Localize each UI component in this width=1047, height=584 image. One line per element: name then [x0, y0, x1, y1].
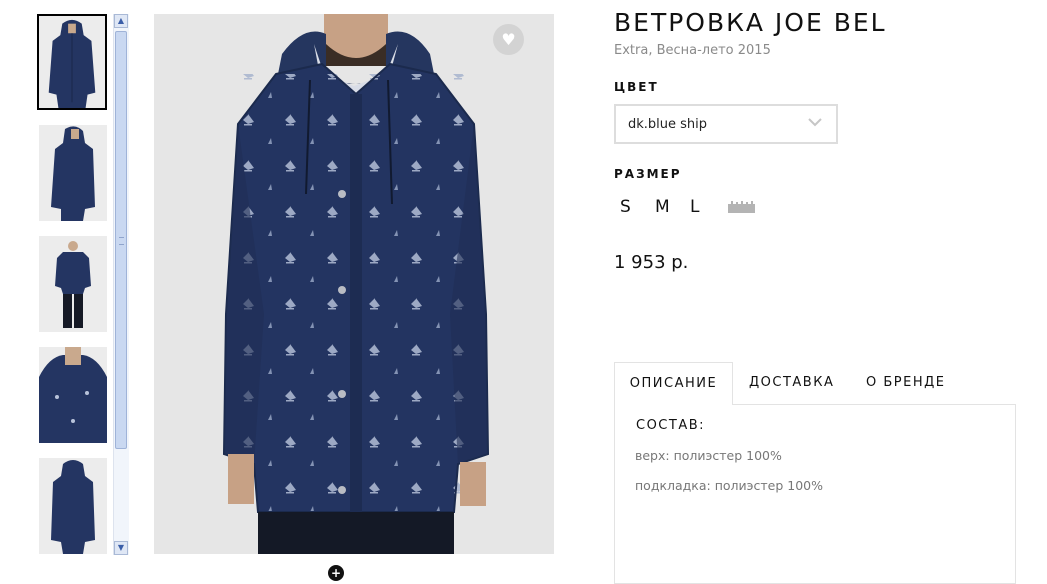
composition-line-outer: верх: полиэстер 100% — [635, 448, 782, 463]
color-select-value: dk.blue ship — [628, 117, 708, 132]
tab-delivery[interactable]: ДОСТАВКА — [749, 362, 834, 404]
ruler-icon[interactable] — [728, 201, 755, 213]
size-option-s[interactable]: S — [620, 197, 655, 217]
thumbnail-5[interactable] — [39, 458, 107, 554]
thumbnail-4[interactable] — [39, 347, 107, 443]
size-option-l[interactable]: L — [690, 197, 725, 217]
product-price: 1 953 р. — [614, 252, 689, 273]
main-product-image[interactable] — [154, 14, 554, 554]
color-select[interactable]: dk.blue ship — [614, 104, 838, 144]
heart-icon[interactable]: ♥ — [493, 24, 524, 55]
scroll-down-button[interactable]: ▼ — [114, 541, 128, 555]
thumbnail-2[interactable] — [39, 125, 107, 221]
thumbnail-list — [37, 13, 113, 558]
product-title: ВЕТРОВКА JOE BEL — [614, 8, 887, 37]
thumbnail-scrollbar[interactable]: ▲ ▼ — [113, 14, 129, 555]
color-label: ЦВЕТ — [614, 80, 659, 94]
scrollbar-thumb[interactable] — [115, 31, 127, 449]
plus-icon[interactable]: + — [328, 565, 344, 581]
thumbnail-3[interactable] — [39, 236, 107, 332]
composition-title: СОСТАВ: — [636, 418, 706, 433]
size-options: S M L — [620, 197, 725, 217]
thumbnail-1[interactable] — [37, 14, 107, 110]
tab-description[interactable]: ОПИСАНИЕ — [614, 362, 733, 405]
scroll-up-button[interactable]: ▲ — [114, 14, 128, 28]
product-subtitle: Extra, Весна-лето 2015 — [614, 43, 771, 58]
size-option-m[interactable]: M — [655, 197, 690, 217]
chevron-down-icon — [808, 118, 822, 127]
tab-about-brand[interactable]: О БРЕНДЕ — [866, 362, 945, 404]
size-label: РАЗМЕР — [614, 167, 682, 181]
composition-line-lining: подкладка: полиэстер 100% — [635, 478, 823, 493]
